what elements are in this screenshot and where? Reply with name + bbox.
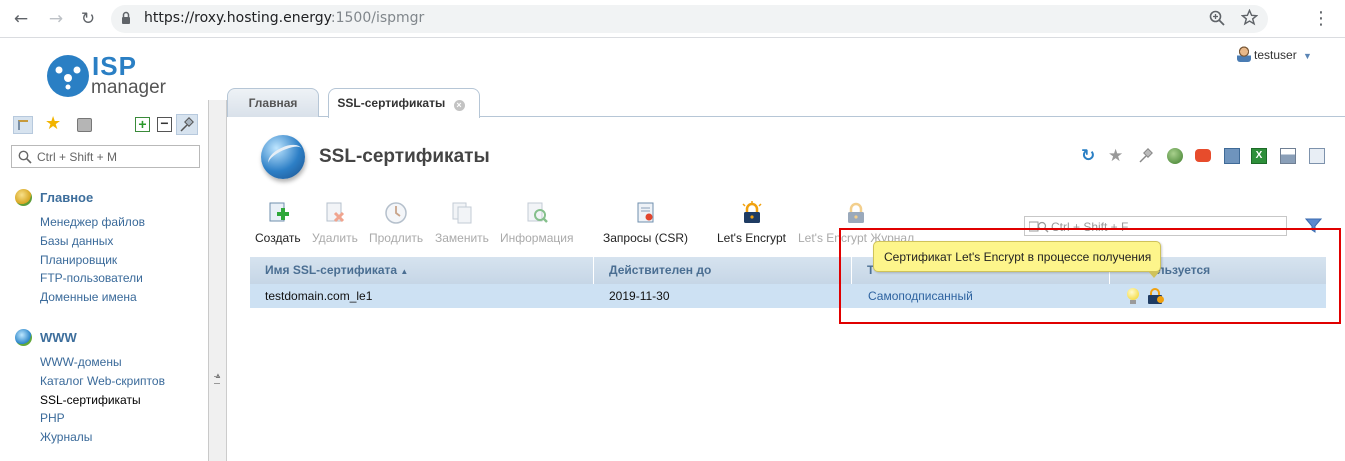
reload-icon[interactable]: ↻ xyxy=(76,7,100,31)
excel-export-icon[interactable]: X xyxy=(1251,148,1267,164)
sidebar-item-domain-names[interactable]: Доменные имена xyxy=(40,290,137,304)
delete-button[interactable]: Удалить xyxy=(312,201,358,245)
user-avatar-icon xyxy=(1237,46,1251,62)
delete-icon xyxy=(326,202,344,223)
clipboard-icon[interactable] xyxy=(77,118,92,132)
cell-cert-name[interactable]: testdomain.com_le1 xyxy=(250,284,372,308)
pin-page-icon[interactable] xyxy=(1138,148,1154,164)
replace-icon xyxy=(452,202,472,224)
tab-ssl-certificates[interactable]: SSL-сертификаты × xyxy=(328,88,480,118)
close-tab-icon[interactable]: × xyxy=(453,100,465,111)
highlight-annotation-box xyxy=(839,228,1341,324)
column-header-valid-until[interactable]: Действителен до xyxy=(594,257,852,284)
print-icon[interactable] xyxy=(1280,148,1296,164)
www-section-icon xyxy=(15,329,32,346)
main-section-icon xyxy=(15,189,32,206)
back-icon[interactable]: ← xyxy=(9,7,33,31)
lock-icon[interactable] xyxy=(121,11,131,24)
sidebar-item-databases[interactable]: Базы данных xyxy=(40,234,113,248)
username[interactable]: testuser xyxy=(1254,48,1297,62)
logo-mark-icon xyxy=(47,55,89,97)
sidebar-item-web-scripts[interactable]: Каталог Web-скриптов xyxy=(40,374,165,388)
bookmark-star-icon[interactable] xyxy=(1241,9,1258,26)
sidebar-item-php[interactable]: PHP xyxy=(40,411,65,425)
sidebar-item-file-manager[interactable]: Менеджер файлов xyxy=(40,215,145,229)
cell-valid-until: 2019-11-30 xyxy=(609,289,670,303)
logo-manager-text: manager xyxy=(91,77,166,98)
letsencrypt-button[interactable]: Let's Encrypt xyxy=(717,201,786,245)
renew-button[interactable]: Продлить xyxy=(369,201,423,245)
csr-icon xyxy=(637,202,654,223)
sort-asc-icon: ▲ xyxy=(400,267,409,276)
letsencrypt-lock-icon xyxy=(741,201,762,223)
copy-icon[interactable] xyxy=(1224,148,1240,164)
zoom-icon[interactable] xyxy=(1209,10,1225,26)
tree-view-icon[interactable] xyxy=(13,116,33,134)
section-title-www[interactable]: WWW xyxy=(40,330,77,345)
create-button[interactable]: Создать xyxy=(255,201,301,245)
sidebar-item-ftp-users[interactable]: FTP-пользователи xyxy=(40,271,143,285)
collapse-all-icon[interactable]: − xyxy=(157,116,172,132)
expand-all-icon[interactable]: + xyxy=(135,117,150,132)
network-icon[interactable] xyxy=(1167,148,1183,164)
chevron-down-icon[interactable]: ▼ xyxy=(1303,51,1312,61)
forward-icon[interactable]: → xyxy=(44,7,68,31)
red-block-icon[interactable] xyxy=(1195,149,1211,162)
tab-home[interactable]: Главная xyxy=(227,88,319,117)
section-title-main[interactable]: Главное xyxy=(40,190,93,205)
replace-button[interactable]: Заменить xyxy=(435,201,489,245)
page-title: SSL-сертификаты xyxy=(319,146,490,167)
sidebar-item-ssl-certificates[interactable]: SSL-сертификаты xyxy=(40,393,141,407)
csr-button[interactable]: Запросы (CSR) xyxy=(603,201,688,245)
menu-icon[interactable]: ⋮ xyxy=(1312,8,1330,29)
add-favorite-icon[interactable]: ★ xyxy=(1108,148,1124,165)
ssl-globe-icon xyxy=(259,133,309,183)
sidebar-item-logs[interactable]: Журналы xyxy=(40,430,92,444)
favorites-star-icon[interactable]: ★ xyxy=(45,113,61,134)
pin-icon[interactable] xyxy=(176,114,198,135)
settings-table-icon[interactable] xyxy=(1309,148,1325,164)
search-icon xyxy=(18,150,32,164)
info-icon xyxy=(527,202,548,223)
sidebar-item-www-domains[interactable]: WWW-домены xyxy=(40,355,122,369)
refresh-icon[interactable]: ↻ xyxy=(1081,148,1097,165)
sidebar-item-scheduler[interactable]: Планировщик xyxy=(40,253,117,267)
user-menu[interactable]: testuser ▼ xyxy=(1237,46,1312,62)
menu-search-input[interactable]: Ctrl + Shift + M xyxy=(11,145,200,168)
create-icon xyxy=(269,202,289,222)
renew-icon xyxy=(385,202,407,224)
url-text[interactable]: https://roxy.hosting.energy:1500/ispmgr xyxy=(144,10,424,26)
column-header-name[interactable]: Имя SSL-сертификата ▲ xyxy=(250,257,594,284)
sidebar-splitter[interactable]: ▲ xyxy=(209,100,227,461)
info-button[interactable]: Информация xyxy=(500,201,573,245)
letsencrypt-journal-icon xyxy=(848,202,865,223)
